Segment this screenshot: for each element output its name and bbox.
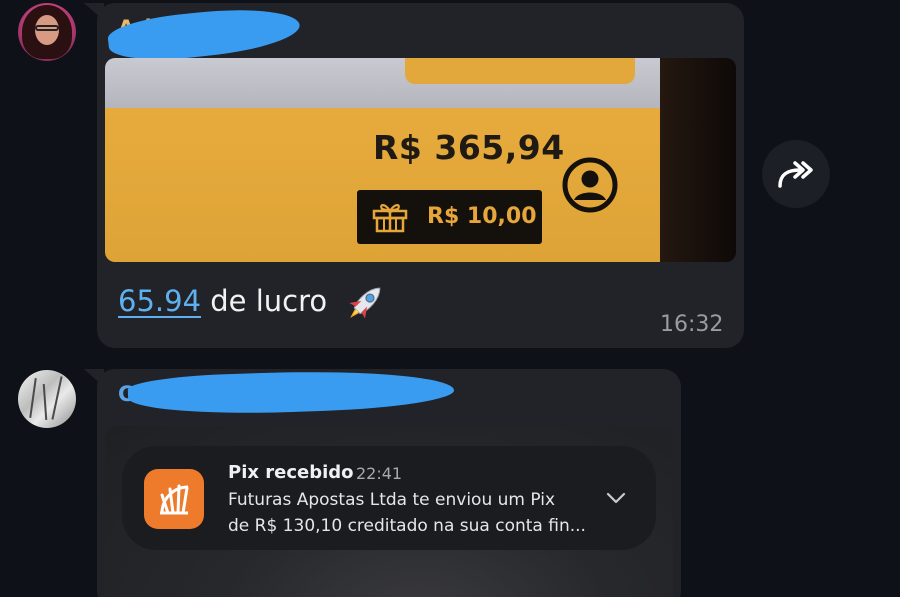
notification-body-line: Futuras Apostas Ltda te enviou um Pix (228, 490, 556, 510)
amount-link[interactable]: 65.94 (118, 284, 201, 318)
rocket-icon (349, 287, 381, 319)
photo-yellow-tab (405, 58, 635, 84)
chevron-down-icon[interactable] (604, 488, 628, 508)
app-icon (144, 469, 204, 529)
forward-button[interactable] (762, 140, 830, 208)
notification-title: Pix recebido (228, 462, 354, 483)
message-timestamp: 16:32 (660, 312, 724, 337)
avatar-glasses (35, 25, 59, 31)
sender-avatar[interactable] (18, 370, 76, 428)
photo-dark-edge (660, 58, 736, 262)
avatar-sketch-line (42, 383, 48, 421)
avatar-sketch-line (29, 378, 37, 418)
user-circle-icon (562, 157, 618, 213)
gift-icon (372, 204, 408, 233)
balance-amount: R$ 365,94 (373, 128, 565, 167)
notification-time: 22:41 (356, 464, 403, 483)
sender-avatar[interactable] (18, 3, 76, 61)
forward-icon (778, 161, 813, 188)
avatar-sketch-line (51, 376, 63, 420)
bonus-amount: R$ 10,00 (427, 204, 537, 229)
message-caption: 65.94 de lucro (118, 284, 327, 318)
notification-body-line: de R$ 130,10 creditado na sua conta fin.… (228, 516, 586, 536)
sunburst-logo-icon (160, 484, 189, 515)
bonus-box: R$ 10,00 (357, 190, 542, 244)
caption-text: de lucro (201, 284, 328, 318)
photo-attachment[interactable]: R$ 365,94 R$ 10,00 (105, 58, 736, 262)
